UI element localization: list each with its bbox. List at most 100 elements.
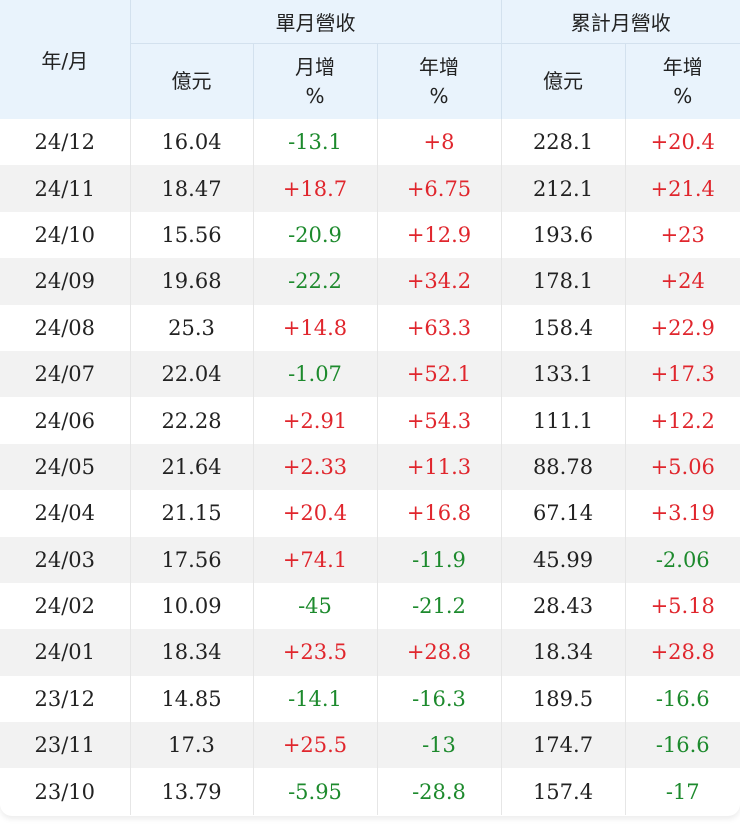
table-row: 24/11 18.47 +18.7 +6.75 212.1 +21.4 <box>0 165 740 212</box>
period-cell: 24/01 <box>0 629 131 676</box>
cumulative-amount-cell: 193.6 <box>501 211 626 259</box>
table-row: 23/11 17.3 +25.5 -13 174.7 -16.6 <box>0 722 740 769</box>
monthly-mom-cell: +74.1 <box>253 536 378 583</box>
period-cell: 23/12 <box>0 675 131 723</box>
monthly-amount-cell: 13.79 <box>130 768 254 815</box>
monthly-amount-cell: 14.85 <box>130 675 254 723</box>
monthly-amount-cell: 16.04 <box>130 119 254 166</box>
yoy-label: 年增 <box>419 54 459 79</box>
monthly-yoy-cell: -16.3 <box>377 675 502 723</box>
period-cell: 24/02 <box>0 582 131 630</box>
monthly-amount-cell: 17.56 <box>130 536 254 583</box>
revenue-table-card: 年/月 單月營收 累計月營收 億元 月增 % 年增 % 億元 年增 % 24/1… <box>0 0 740 816</box>
monthly-mom-cell: +25.5 <box>253 722 378 769</box>
cumulative-yoy-cell: -16.6 <box>655 686 710 711</box>
cumulative-yoy-cell: +28.8 <box>625 629 740 676</box>
cumulative-yoy-cell: +23 <box>660 222 705 247</box>
monthly-mom-cell: -13.1 <box>253 119 378 166</box>
monthly-mom-cell: +2.91 <box>253 397 378 444</box>
cumulative-amount-cell: 189.5 <box>501 675 626 723</box>
period-cell: 24/10 <box>0 211 131 259</box>
cumulative-yoy-cell: -2.06 <box>625 536 740 583</box>
yoy-percent-unit: % <box>429 83 449 108</box>
monthly-amount-cell: 18.47 <box>130 165 254 212</box>
table-header: 年/月 單月營收 累計月營收 億元 月增 % 年增 % 億元 年增 % <box>0 0 740 119</box>
period-cell: 24/07 <box>0 350 131 398</box>
table-row: 24/05 21.64 +2.33 +11.3 88.78 +5.06 <box>0 443 740 491</box>
cumulative-yoy-cell: +20.4 <box>650 130 715 155</box>
monthly-yoy-cell: -28.8 <box>377 768 502 815</box>
monthly-yoy-cell: +8 <box>377 119 502 166</box>
monthly-amount-cell: 21.15 <box>130 490 254 537</box>
period-cell: 24/08 <box>0 304 131 351</box>
cumulative-yoy-cell: +5.18 <box>650 594 715 619</box>
monthly-amount-cell: 25.3 <box>130 304 254 351</box>
monthly-amount-cell: 22.04 <box>130 350 254 398</box>
monthly-yoy-cell: +28.8 <box>377 629 502 676</box>
monthly-mom-cell: -5.95 <box>253 768 378 815</box>
monthly-yoy-cell: +54.3 <box>377 397 502 444</box>
table-row: 24/02 10.09 -45 -21.2 28.43 +5.18 <box>0 582 740 630</box>
cumulative-amount-cell: 111.1 <box>501 397 626 444</box>
cumulative-amount-cell: 228.1 <box>501 119 626 166</box>
monthly-yoy-cell: -21.2 <box>377 582 502 630</box>
cumulative-yoy-cell: +21.4 <box>625 165 740 212</box>
cumulative-yoy-cell: +22.9 <box>650 315 715 340</box>
cumulative-yoy-header: 年增 % <box>625 43 740 119</box>
cumulative-yoy-cell: +5.06 <box>625 443 740 491</box>
monthly-yoy-cell: +6.75 <box>377 165 502 212</box>
cumulative-amount-cell: 158.4 <box>501 304 626 351</box>
cum-yoy-percent-unit: % <box>673 83 693 108</box>
table-row: 24/08 25.3 +14.8 +63.3 158.4 +22.9 <box>0 304 740 351</box>
mom-percent-unit: % <box>305 83 325 108</box>
cumulative-amount-header: 億元 <box>501 43 626 119</box>
table-body: 24/12 16.04 -13.1 +8 228.1 +20.4 24/11 18.47 +18… <box>0 119 740 815</box>
monthly-amount-header: 億元 <box>130 43 254 119</box>
cumulative-amount-cell: 67.14 <box>501 490 626 537</box>
monthly-mom-cell: -1.07 <box>253 350 378 398</box>
cumulative-revenue-group-header: 累計月營收 <box>501 0 740 44</box>
cumulative-yoy-cell: +12.2 <box>650 408 715 433</box>
monthly-yoy-cell: +63.3 <box>377 304 502 351</box>
period-cell: 24/04 <box>0 490 131 537</box>
cum-yoy-label: 年增 <box>662 54 703 79</box>
cumulative-yoy-cell: -16.6 <box>625 722 740 769</box>
monthly-amount-cell: 22.28 <box>130 397 254 444</box>
cumulative-amount-cell: 178.1 <box>501 258 626 305</box>
monthly-amount-cell: 17.3 <box>130 722 254 769</box>
monthly-mom-cell: -14.1 <box>253 675 378 723</box>
cumulative-amount-cell: 88.78 <box>501 443 626 491</box>
monthly-revenue-group-header: 單月營收 <box>130 0 502 44</box>
period-cell: 24/05 <box>0 443 131 491</box>
monthly-yoy-cell: +11.3 <box>377 443 502 491</box>
monthly-mom-cell: +18.7 <box>253 165 378 212</box>
monthly-amount-cell: 10.09 <box>130 582 254 630</box>
period-cell: 24/12 <box>0 119 131 166</box>
cumulative-amount-cell: 18.34 <box>501 629 626 676</box>
table-row: 24/07 22.04 -1.07 +52.1 133.1 +17.3 <box>0 350 740 398</box>
monthly-mom-cell: -20.9 <box>253 211 378 259</box>
table-row: 24/01 18.34 +23.5 +28.8 18.34 +28.8 <box>0 629 740 676</box>
cumulative-amount-cell: 45.99 <box>501 536 626 583</box>
table-row: 24/12 16.04 -13.1 +8 228.1 +20.4 <box>0 119 740 166</box>
period-cell: 24/09 <box>0 258 131 305</box>
monthly-mom-cell: -45 <box>253 582 378 630</box>
monthly-amount-cell: 18.34 <box>130 629 254 676</box>
monthly-mom-header: 月增 % <box>253 43 378 119</box>
cumulative-yoy-cell: +3.19 <box>650 501 715 526</box>
table-row: 24/10 15.56 -20.9 +12.9 193.6 +23 <box>0 211 740 259</box>
table-row: 24/04 21.15 +20.4 +16.8 67.14 +3.19 <box>0 490 740 537</box>
monthly-yoy-header: 年增 % <box>377 43 502 119</box>
monthly-revenue-table: 年/月 單月營收 累計月營收 億元 月增 % 年增 % 億元 年增 % 24/1… <box>0 0 740 815</box>
mom-label: 月增 <box>295 54 335 79</box>
table-row: 24/09 19.68 -22.2 +34.2 178.1 +24 <box>0 258 740 305</box>
period-cell: 24/03 <box>0 536 131 583</box>
cumulative-yoy-cell: +24 <box>625 258 740 305</box>
table-row: 24/03 17.56 +74.1 -11.9 45.99 -2.06 <box>0 536 740 583</box>
monthly-yoy-cell: +12.9 <box>377 211 502 259</box>
period-cell: 24/06 <box>0 397 131 444</box>
monthly-yoy-cell: +52.1 <box>377 350 502 398</box>
monthly-amount-cell: 15.56 <box>130 211 254 259</box>
cumulative-yoy-cell: +17.3 <box>625 350 740 398</box>
monthly-amount-cell: 21.64 <box>130 443 254 491</box>
